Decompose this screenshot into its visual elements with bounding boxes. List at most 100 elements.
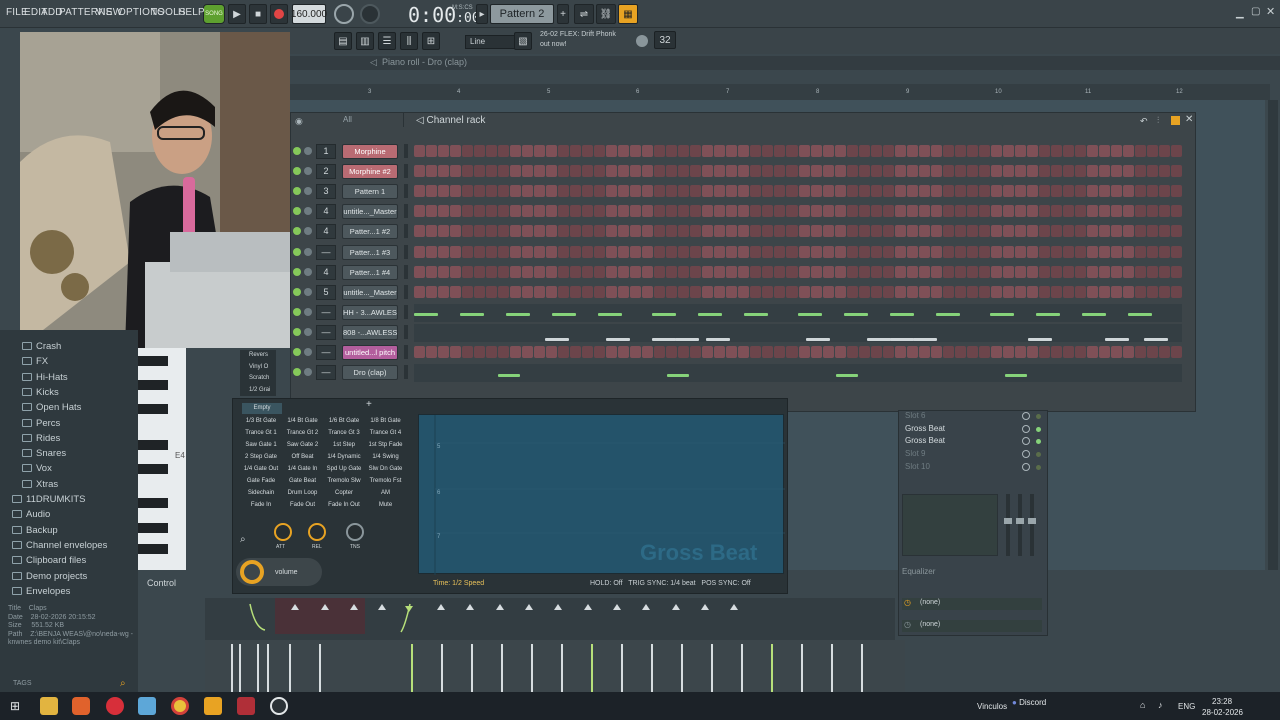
step-button[interactable]	[522, 245, 534, 258]
step-button[interactable]	[786, 145, 798, 157]
step-button[interactable]	[1146, 165, 1158, 178]
step-button[interactable]	[1086, 145, 1098, 157]
step-button[interactable]	[1002, 225, 1014, 238]
step-button[interactable]	[966, 205, 978, 218]
preset-scratch[interactable]: Scratch	[240, 373, 276, 385]
step-button[interactable]	[498, 245, 510, 258]
step-button[interactable]	[558, 245, 570, 258]
step-button[interactable]	[1074, 265, 1086, 278]
event-editor[interactable]	[205, 598, 895, 640]
step-button[interactable]	[918, 346, 930, 358]
step-button[interactable]	[798, 165, 810, 178]
step-button[interactable]	[438, 225, 450, 238]
channel-select-led[interactable]	[404, 204, 408, 219]
pattern-selector[interactable]: Pattern 2	[490, 4, 554, 24]
channel-pan-knob-icon[interactable]	[304, 147, 312, 155]
step-button[interactable]	[762, 346, 774, 358]
step-button[interactable]	[1062, 225, 1074, 238]
step-button[interactable]	[858, 285, 870, 298]
step-button[interactable]	[978, 346, 990, 358]
step-button[interactable]	[510, 145, 522, 157]
step-button[interactable]	[990, 285, 1002, 298]
step-button[interactable]	[510, 265, 522, 278]
step-button[interactable]	[678, 346, 690, 358]
step-button[interactable]	[438, 185, 450, 198]
step-button[interactable]	[1158, 145, 1170, 157]
step-button[interactable]	[618, 205, 630, 218]
step-button[interactable]	[522, 346, 534, 358]
gross-beat-preset[interactable]: 1/4 Swing	[366, 452, 406, 463]
step-button[interactable]	[642, 265, 654, 278]
gross-beat-preset[interactable]: AM	[366, 488, 406, 499]
browser-folder-kicks[interactable]: Kicks	[22, 387, 59, 398]
step-button[interactable]	[858, 245, 870, 258]
search-icon[interactable]: ⌕	[120, 678, 126, 689]
step-sequencer-row[interactable]	[414, 285, 1182, 299]
step-button[interactable]	[882, 185, 894, 198]
step-button[interactable]	[630, 225, 642, 238]
step-button[interactable]	[774, 245, 786, 258]
step-button[interactable]	[474, 265, 486, 278]
step-button[interactable]	[1038, 165, 1050, 178]
step-button[interactable]	[750, 285, 762, 298]
step-button[interactable]	[462, 185, 474, 198]
step-button[interactable]	[942, 205, 954, 218]
pattern-prev-icon[interactable]: ▸	[476, 4, 488, 24]
channel-button[interactable]: untitle..._Master	[342, 204, 398, 220]
step-button[interactable]	[966, 225, 978, 238]
step-button[interactable]	[1014, 285, 1026, 298]
step-button[interactable]	[1146, 145, 1158, 157]
step-button[interactable]	[918, 145, 930, 157]
channel-button[interactable]: Morphine #2	[342, 164, 398, 180]
step-button[interactable]	[654, 225, 666, 238]
step-button[interactable]	[1110, 185, 1122, 198]
step-button[interactable]	[702, 346, 714, 358]
gross-beat-preset[interactable]: 1/4 Dynamic	[324, 452, 364, 463]
step-button[interactable]	[738, 225, 750, 238]
step-button[interactable]	[666, 145, 678, 157]
step-button[interactable]	[414, 265, 426, 278]
step-button[interactable]	[726, 265, 738, 278]
step-button[interactable]	[798, 225, 810, 238]
step-button[interactable]	[666, 205, 678, 218]
step-button[interactable]	[978, 225, 990, 238]
slot-enable-led[interactable]	[1036, 414, 1041, 419]
step-button[interactable]	[774, 346, 786, 358]
step-button[interactable]	[1086, 265, 1098, 278]
step-button[interactable]	[498, 285, 510, 298]
step-button[interactable]	[606, 145, 618, 157]
step-button[interactable]	[438, 346, 450, 358]
step-button[interactable]	[1098, 346, 1110, 358]
step-button[interactable]	[1098, 225, 1110, 238]
step-button[interactable]	[510, 185, 522, 198]
step-button[interactable]	[930, 346, 942, 358]
step-button[interactable]	[846, 245, 858, 258]
step-button[interactable]	[810, 265, 822, 278]
step-button[interactable]	[714, 205, 726, 218]
step-button[interactable]	[546, 346, 558, 358]
network-icon[interactable]: ⌂	[1140, 700, 1145, 710]
minimize-icon[interactable]: ▁	[1236, 8, 1244, 19]
step-button[interactable]	[774, 285, 786, 298]
step-button[interactable]	[882, 346, 894, 358]
step-button[interactable]	[858, 225, 870, 238]
step-button[interactable]	[618, 265, 630, 278]
step-button[interactable]	[990, 225, 1002, 238]
browser-folder-hi-hats[interactable]: Hi-Hats	[22, 372, 68, 383]
step-button[interactable]	[726, 346, 738, 358]
step-button[interactable]	[630, 285, 642, 298]
step-button[interactable]	[954, 205, 966, 218]
step-button[interactable]	[690, 185, 702, 198]
mixer-slot[interactable]: Slot 6	[905, 411, 925, 420]
step-button[interactable]	[1014, 145, 1026, 157]
step-button[interactable]	[906, 165, 918, 178]
step-button[interactable]	[750, 205, 762, 218]
step-button[interactable]	[678, 265, 690, 278]
obs-icon[interactable]	[270, 697, 288, 715]
step-button[interactable]	[570, 245, 582, 258]
gross-beat-preset[interactable]: 1/4 Gate In	[283, 464, 323, 475]
step-button[interactable]	[414, 225, 426, 238]
step-button[interactable]	[630, 145, 642, 157]
step-button[interactable]	[1146, 245, 1158, 258]
step-button[interactable]	[966, 346, 978, 358]
